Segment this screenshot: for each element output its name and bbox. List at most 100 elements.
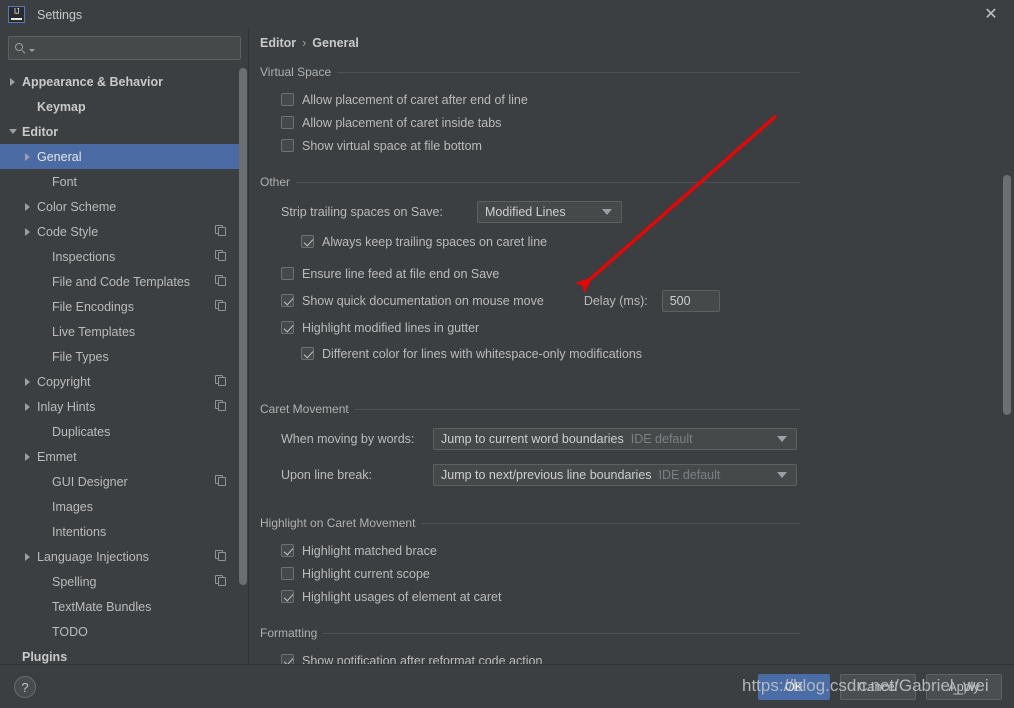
sidebar-item-font[interactable]: Font <box>0 169 241 194</box>
copy-settings-icon[interactable] <box>215 225 227 237</box>
sidebar-item-gui-designer[interactable]: GUI Designer <box>0 469 241 494</box>
sidebar-item-general[interactable]: General <box>0 144 241 169</box>
strip-trailing-label: Strip trailing spaces on Save: <box>281 205 443 219</box>
checkbox-row[interactable]: Different color for lines with whitespac… <box>301 342 800 365</box>
sidebar-item-copyright[interactable]: Copyright <box>0 369 241 394</box>
sidebar-item-emmet[interactable]: Emmet <box>0 444 241 469</box>
section-label: Virtual Space <box>260 65 332 79</box>
chevron-down-icon[interactable] <box>8 126 19 137</box>
copy-settings-icon[interactable] <box>215 300 227 312</box>
apply-button[interactable]: Apply <box>926 674 1002 700</box>
chevron-down-icon[interactable] <box>29 48 35 52</box>
chevron-right-icon[interactable] <box>23 401 34 412</box>
sidebar-item-label: Intentions <box>52 524 107 539</box>
checkbox-highlight-matched-brace[interactable] <box>281 544 294 557</box>
sidebar-item-label: TextMate Bundles <box>52 599 152 614</box>
checkbox-different-color-whitespace[interactable] <box>301 347 314 360</box>
checkbox-show-notification-reformat[interactable] <box>281 654 294 664</box>
sidebar-item-duplicates[interactable]: Duplicates <box>0 419 241 444</box>
when-moving-dropdown[interactable]: Jump to current word boundaries IDE defa… <box>433 428 797 450</box>
search-input[interactable] <box>8 36 241 60</box>
checkbox-always-keep-trailing-spaces[interactable] <box>301 235 314 248</box>
section-title-caret-movement: Caret Movement <box>260 402 800 416</box>
checkbox-row[interactable]: Show notification after reformat code ac… <box>281 649 800 664</box>
chevron-right-icon[interactable] <box>8 76 19 87</box>
settings-tree[interactable]: Appearance & Behavior Keymap Editor General… <box>0 69 241 664</box>
checkbox-row[interactable]: Always keep trailing spaces on caret lin… <box>301 230 800 253</box>
sidebar-item-keymap[interactable]: Keymap <box>0 94 241 119</box>
sidebar-item-plugins[interactable]: Plugins <box>0 644 241 664</box>
sidebar-item-language-injections[interactable]: Language Injections <box>0 544 241 569</box>
section-divider <box>296 181 800 183</box>
sidebar-item-live-templates[interactable]: Live Templates <box>0 319 241 344</box>
upon-line-break-dropdown[interactable]: Jump to next/previous line boundaries ID… <box>433 464 797 486</box>
checkbox-row[interactable]: Ensure line feed at file end on Save <box>281 262 800 285</box>
sidebar-item-color-scheme[interactable]: Color Scheme <box>0 194 241 219</box>
sidebar-item-appearance-behavior[interactable]: Appearance & Behavior <box>0 69 241 94</box>
sidebar-item-spelling[interactable]: Spelling <box>0 569 241 594</box>
search-icon <box>15 42 28 55</box>
always-keep-row[interactable]: Always keep trailing spaces on caret lin… <box>260 230 800 253</box>
checkbox-show-quick-documentation[interactable] <box>281 294 294 307</box>
checkbox-row[interactable]: Highlight current scope <box>281 562 800 585</box>
chevron-right-icon[interactable] <box>23 151 34 162</box>
checkbox-highlight-usages-at-caret[interactable] <box>281 590 294 603</box>
checkbox-label: Always keep trailing spaces on caret lin… <box>322 234 548 249</box>
upon-line-break-hint: IDE default <box>658 468 721 482</box>
checkbox-highlight-current-scope[interactable] <box>281 567 294 580</box>
checkbox-show-virtual-space-bottom[interactable] <box>281 139 294 152</box>
chevron-right-icon[interactable] <box>23 551 34 562</box>
cancel-button[interactable]: Cancel <box>840 674 916 700</box>
search-wrapper <box>8 36 241 60</box>
chevron-right-icon[interactable] <box>23 376 34 387</box>
sidebar-item-file-types[interactable]: File Types <box>0 344 241 369</box>
copy-settings-icon[interactable] <box>215 250 227 262</box>
logo-text: IJ <box>13 7 20 16</box>
checkbox-allow-caret-inside-tabs[interactable] <box>281 116 294 129</box>
highlight-caret-options: Highlight matched brace Highlight curren… <box>260 539 800 608</box>
checkbox-row[interactable]: Show virtual space at file bottom <box>281 134 800 157</box>
checkbox-row[interactable]: Highlight matched brace <box>281 539 800 562</box>
sidebar-item-label: Live Templates <box>52 324 136 339</box>
different-color-row[interactable]: Different color for lines with whitespac… <box>260 342 800 365</box>
checkbox-row[interactable]: Allow placement of caret after end of li… <box>281 88 800 111</box>
sidebar-scrollbar-thumb[interactable] <box>239 68 247 585</box>
copy-settings-icon[interactable] <box>215 400 227 412</box>
ok-button[interactable]: OK <box>758 674 830 700</box>
copy-settings-icon[interactable] <box>215 575 227 587</box>
sidebar-item-file-encodings[interactable]: File Encodings <box>0 294 241 319</box>
sidebar-item-images[interactable]: Images <box>0 494 241 519</box>
help-button[interactable]: ? <box>14 676 36 698</box>
chevron-right-icon[interactable] <box>23 226 34 237</box>
quick-doc-row[interactable]: Show quick documentation on mouse move D… <box>281 289 800 312</box>
content-scrollbar-thumb[interactable] <box>1003 175 1011 415</box>
copy-settings-icon[interactable] <box>215 275 227 287</box>
sidebar-item-inspections[interactable]: Inspections <box>0 244 241 269</box>
sidebar-item-intentions[interactable]: Intentions <box>0 519 241 544</box>
delay-input[interactable]: 500 <box>661 289 720 312</box>
breadcrumb-parent[interactable]: Editor <box>260 36 296 50</box>
close-icon[interactable]: ✕ <box>968 0 1014 29</box>
sidebar-item-inlay-hints[interactable]: Inlay Hints <box>0 394 241 419</box>
checkbox-row[interactable]: Highlight modified lines in gutter <box>281 316 800 339</box>
copy-settings-icon[interactable] <box>215 550 227 562</box>
sidebar-item-file-and-code-templates[interactable]: File and Code Templates <box>0 269 241 294</box>
checkbox-allow-caret-after-eol[interactable] <box>281 93 294 106</box>
checkbox-row[interactable]: Allow placement of caret inside tabs <box>281 111 800 134</box>
sidebar-item-code-style[interactable]: Code Style <box>0 219 241 244</box>
checkbox-highlight-modified-lines[interactable] <box>281 321 294 334</box>
sidebar-item-editor[interactable]: Editor <box>0 119 241 144</box>
chevron-right-icon[interactable] <box>23 451 34 462</box>
copy-settings-icon[interactable] <box>215 375 227 387</box>
sidebar-item-todo[interactable]: TODO <box>0 619 241 644</box>
checkbox-ensure-line-feed[interactable] <box>281 267 294 280</box>
checkbox-row[interactable]: Highlight usages of element at caret <box>281 585 800 608</box>
sidebar-item-textmate-bundles[interactable]: TextMate Bundles <box>0 594 241 619</box>
strip-trailing-dropdown[interactable]: Modified Lines <box>477 201 622 223</box>
chevron-right-icon[interactable] <box>23 201 34 212</box>
copy-settings-icon[interactable] <box>215 475 227 487</box>
